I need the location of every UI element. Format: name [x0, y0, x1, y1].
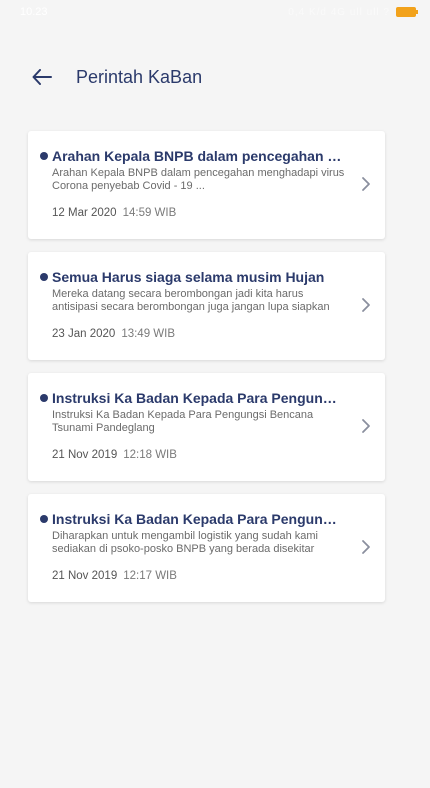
card-description: Instruksi Ka Badan Kepada Para Pengungsi… — [52, 409, 314, 434]
card-time: 14:59 WIB — [122, 207, 177, 219]
card-title: Instruksi Ka Badan Kepada Para Pengungsi… — [52, 511, 345, 527]
card-time: 12:18 WIB — [123, 449, 177, 461]
card-description: Diharapkan untuk mengambil logistik yang… — [52, 530, 318, 555]
card-title-row: Arahan Kepala BNPB dalam pencegahan meng… — [40, 148, 345, 164]
page-title: Perintah KaBan — [76, 66, 203, 87]
bullet-icon — [40, 152, 48, 160]
instruction-list: Arahan Kepala BNPB dalam pencegahan meng… — [28, 131, 385, 615]
battery-icon — [396, 7, 418, 17]
list-item[interactable]: Semua Harus siaga selama musim Hujan Mer… — [28, 252, 385, 360]
list-item[interactable]: Instruksi Ka Badan Kepada Para Pengungsi… — [28, 373, 385, 481]
card-title-row: Instruksi Ka Badan Kepada Para Pengungsi… — [40, 511, 345, 527]
bullet-icon — [40, 394, 48, 402]
chevron-right-icon — [362, 177, 370, 191]
status-bar: 10.23 0,4 K/d 4G ull ull ? — [0, 0, 430, 24]
card-title: Instruksi Ka Badan Kepada Para Pengungsi… — [52, 390, 345, 406]
card-date: 23 Jan 2020 — [52, 328, 116, 340]
card-datetime: 21 Nov 2019 12:18 WIB — [52, 449, 345, 461]
list-item[interactable]: Instruksi Ka Badan Kepada Para Pengungsi… — [28, 494, 385, 602]
card-date: 21 Nov 2019 — [52, 449, 118, 461]
card-date: 21 Nov 2019 — [52, 570, 118, 582]
card-title: Arahan Kepala BNPB dalam pencegahan meng… — [52, 148, 345, 164]
card-description: Arahan Kepala BNPB dalam pencegahan meng… — [52, 167, 345, 192]
signal-indicators: 0,4 K/d 4G ull ull ? — [288, 6, 390, 18]
card-datetime: 12 Mar 2020 14:59 WIB — [52, 207, 345, 219]
chevron-right-icon — [362, 298, 370, 312]
card-description: Mereka datang secara berombongan jadi ki… — [52, 288, 330, 313]
app-header: Perintah KaBan — [0, 62, 430, 92]
arrow-left-icon — [32, 69, 52, 85]
chevron-right-icon — [362, 540, 370, 554]
card-date: 12 Mar 2020 — [52, 207, 117, 219]
status-time: 10.23 — [20, 6, 48, 18]
card-datetime: 21 Nov 2019 12:17 WIB — [52, 570, 345, 582]
back-button[interactable] — [30, 65, 54, 89]
card-time: 13:49 WIB — [121, 328, 176, 340]
list-item[interactable]: Arahan Kepala BNPB dalam pencegahan meng… — [28, 131, 385, 239]
bullet-icon — [40, 515, 48, 523]
card-title: Semua Harus siaga selama musim Hujan — [52, 269, 325, 285]
card-datetime: 23 Jan 2020 13:49 WIB — [52, 328, 345, 340]
card-time: 12:17 WIB — [123, 570, 177, 582]
bullet-icon — [40, 273, 48, 281]
chevron-right-icon — [362, 419, 370, 433]
card-title-row: Instruksi Ka Badan Kepada Para Pengungsi… — [40, 390, 345, 406]
card-title-row: Semua Harus siaga selama musim Hujan — [40, 269, 345, 285]
status-indicators: 0,4 K/d 4G ull ull ? — [288, 6, 418, 18]
